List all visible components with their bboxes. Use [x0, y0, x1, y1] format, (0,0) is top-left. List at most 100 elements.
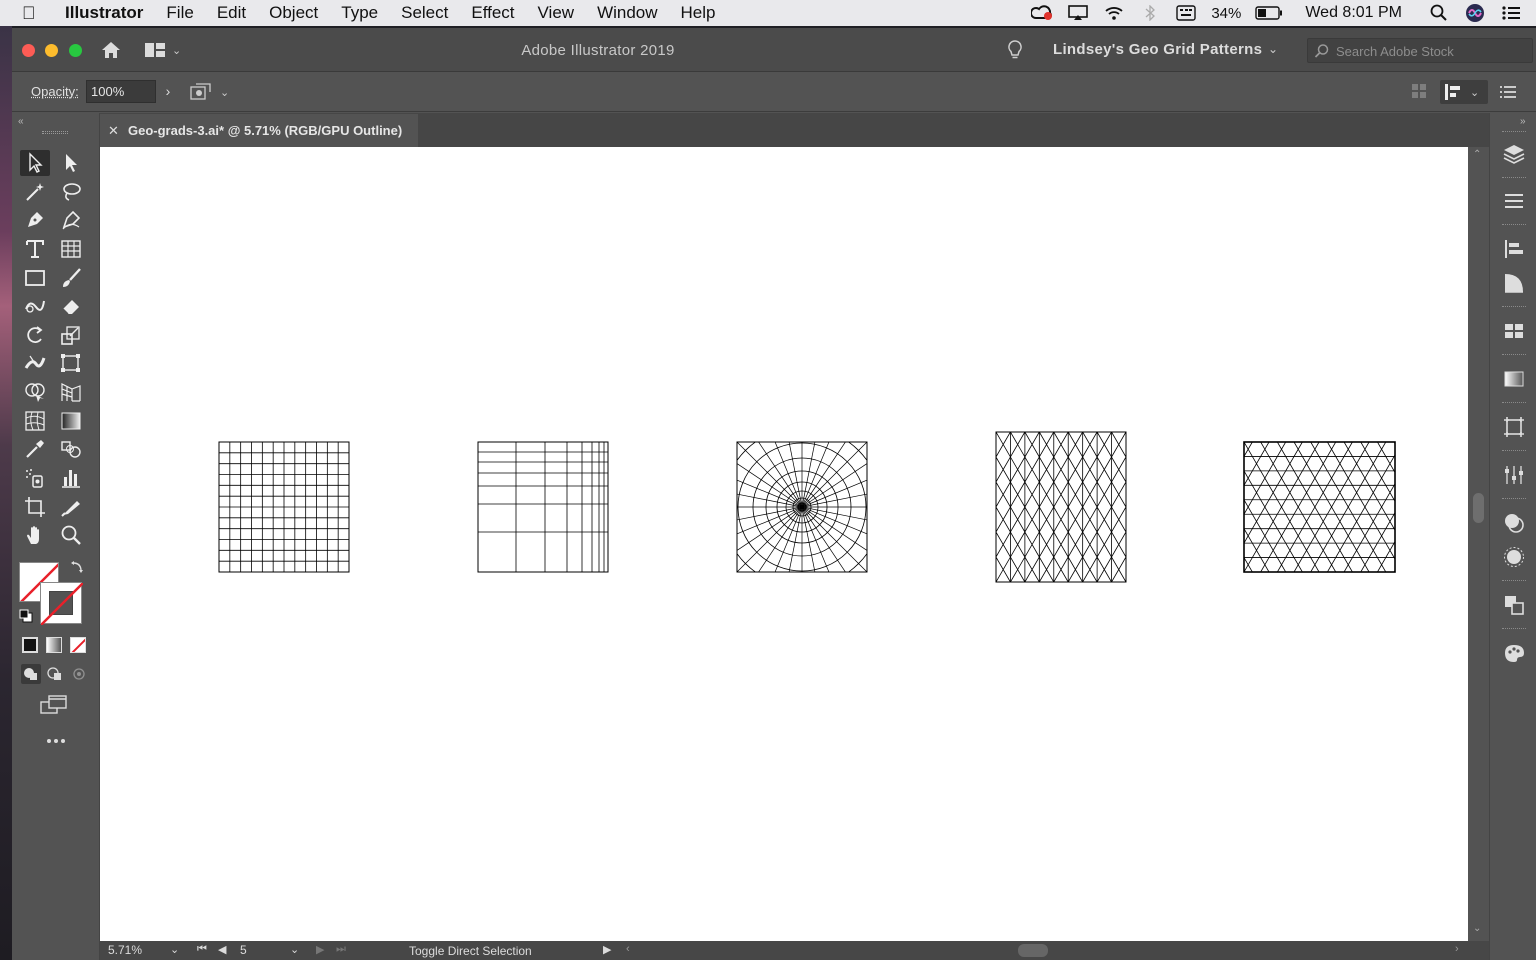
spotlight-search-icon[interactable]: [1428, 4, 1450, 22]
draw-behind-button[interactable]: [45, 664, 65, 684]
graphic-styles-icon[interactable]: [1502, 545, 1526, 569]
vertical-scroll-thumb[interactable]: [1473, 493, 1484, 523]
apple-icon[interactable]: : [22, 3, 52, 24]
mesh-tool[interactable]: [20, 408, 50, 434]
stock-search-box[interactable]: [1307, 38, 1533, 63]
direct-selection-tool[interactable]: [56, 150, 86, 176]
pathfinder-icon[interactable]: [1502, 463, 1526, 487]
hand-tool[interactable]: [20, 522, 50, 548]
column-graph-tool[interactable]: [56, 465, 86, 491]
panel-grip[interactable]: [1502, 131, 1526, 133]
artboards-panel-icon[interactable]: [1502, 593, 1526, 617]
panel-grip[interactable]: [42, 131, 68, 134]
panel-grip[interactable]: [1502, 450, 1526, 452]
scroll-left-icon[interactable]: ‹: [626, 943, 630, 955]
chevron-down-icon[interactable]: ⌄: [290, 943, 299, 956]
color-mode-button[interactable]: [22, 637, 38, 653]
rotate-tool[interactable]: [20, 322, 50, 348]
swap-fill-stroke-icon[interactable]: [70, 560, 84, 574]
eyedropper-tool[interactable]: [20, 436, 50, 462]
menu-help[interactable]: Help: [681, 3, 716, 23]
recolor-artwork-button[interactable]: ⌄: [190, 82, 232, 102]
expand-panels-icon[interactable]: »: [1520, 116, 1526, 127]
opacity-label[interactable]: Opacity:: [31, 84, 79, 99]
scale-tool[interactable]: [56, 322, 86, 348]
table-tool[interactable]: [56, 236, 86, 262]
vertical-scrollbar[interactable]: ⌃ ⌄: [1468, 147, 1489, 941]
wifi-icon[interactable]: [1103, 4, 1125, 22]
document-tab[interactable]: ✕ Geo-grads-3.ai* @ 5.71% (RGB/GPU Outli…: [100, 114, 418, 147]
menu-app-name[interactable]: Illustrator: [65, 3, 143, 23]
panel-grip[interactable]: [1502, 402, 1526, 404]
menu-select[interactable]: Select: [401, 3, 448, 23]
transform-icon[interactable]: [1502, 415, 1526, 439]
perspective-grid-tool[interactable]: [56, 379, 86, 405]
workspace-switcher[interactable]: Lindsey's Geo Grid Patterns: [1053, 41, 1262, 58]
panel-grip[interactable]: [1502, 224, 1526, 226]
panel-grip[interactable]: [1502, 580, 1526, 582]
transparency-icon[interactable]: [1502, 271, 1526, 295]
menu-window[interactable]: Window: [597, 3, 657, 23]
align-panel-icon[interactable]: [1502, 237, 1526, 261]
panel-grip[interactable]: [1502, 177, 1526, 179]
close-tab-icon[interactable]: ✕: [108, 123, 119, 139]
gradient-tool[interactable]: [56, 408, 86, 434]
menu-effect[interactable]: Effect: [471, 3, 514, 23]
notification-center-icon[interactable]: [1500, 4, 1522, 22]
chevron-down-icon[interactable]: ⌄: [170, 943, 179, 956]
document-tab-title[interactable]: Geo-grads-3.ai* @ 5.71% (RGB/GPU Outline…: [128, 123, 402, 138]
menu-type[interactable]: Type: [341, 3, 378, 23]
panel-grip[interactable]: [1502, 498, 1526, 500]
selection-tool[interactable]: [20, 150, 50, 176]
first-artboard-icon[interactable]: ⏮: [197, 943, 207, 956]
magic-wand-tool[interactable]: [20, 179, 50, 205]
horizontal-scroll-thumb[interactable]: [1018, 944, 1048, 957]
menu-edit[interactable]: Edit: [217, 3, 246, 23]
rectangle-tool[interactable]: [20, 265, 50, 291]
polar-grid-artwork[interactable]: [736, 441, 868, 573]
perspective-grid-artwork[interactable]: [477, 441, 609, 573]
scroll-up-icon[interactable]: ⌃: [1473, 149, 1481, 160]
chevron-right-icon[interactable]: ›: [157, 80, 179, 103]
previous-artboard-icon[interactable]: ◀: [218, 943, 226, 956]
panel-menu-icon[interactable]: [1500, 84, 1516, 100]
none-mode-button[interactable]: [70, 637, 86, 653]
battery-icon[interactable]: [1255, 4, 1283, 22]
isometric-grid-artwork[interactable]: [995, 431, 1127, 583]
align-options-button[interactable]: ⌄: [1440, 80, 1488, 104]
lasso-tool[interactable]: [56, 179, 86, 205]
collapse-panel-icon[interactable]: «: [18, 116, 24, 127]
zoom-level-field[interactable]: 5.71%: [108, 943, 168, 957]
panel-grip[interactable]: [1502, 628, 1526, 630]
artboard-tool[interactable]: [20, 494, 50, 520]
last-artboard-icon[interactable]: ⏭: [336, 943, 346, 956]
stock-search-input[interactable]: [1336, 42, 1526, 60]
gradient-panel-icon[interactable]: [1502, 367, 1526, 391]
slice-tool[interactable]: [56, 494, 86, 520]
siri-icon[interactable]: [1464, 4, 1486, 22]
panel-grip[interactable]: [1502, 354, 1526, 356]
scroll-right-icon[interactable]: ›: [1455, 943, 1459, 955]
triangle-grid-artwork[interactable]: [1243, 441, 1396, 573]
opacity-input[interactable]: 100%: [86, 80, 156, 103]
grid-arrange-icon[interactable]: [1412, 84, 1426, 98]
default-fill-stroke-icon[interactable]: [19, 609, 33, 623]
menu-view[interactable]: View: [538, 3, 575, 23]
menubar-clock[interactable]: Wed 8:01 PM: [1305, 4, 1402, 22]
next-artboard-icon[interactable]: ▶: [316, 943, 324, 956]
panel-grip[interactable]: [1502, 306, 1526, 308]
status-text[interactable]: Toggle Direct Selection: [409, 944, 532, 958]
free-transform-tool[interactable]: [56, 350, 86, 376]
keyboard-viewer-icon[interactable]: [1175, 4, 1197, 22]
lightbulb-icon[interactable]: [1007, 40, 1023, 60]
bluetooth-icon[interactable]: [1139, 4, 1161, 22]
status-menu-arrow-icon[interactable]: ▶: [603, 943, 611, 956]
curvature-tool[interactable]: [56, 207, 86, 233]
zoom-tool[interactable]: [56, 522, 86, 548]
width-tool[interactable]: [20, 350, 50, 376]
change-screen-mode-button[interactable]: [40, 695, 68, 715]
properties-icon[interactable]: [1502, 189, 1526, 213]
color-guide-icon[interactable]: [1502, 641, 1526, 665]
stroke-swatch[interactable]: [40, 582, 83, 625]
draw-normal-button[interactable]: [21, 664, 41, 684]
